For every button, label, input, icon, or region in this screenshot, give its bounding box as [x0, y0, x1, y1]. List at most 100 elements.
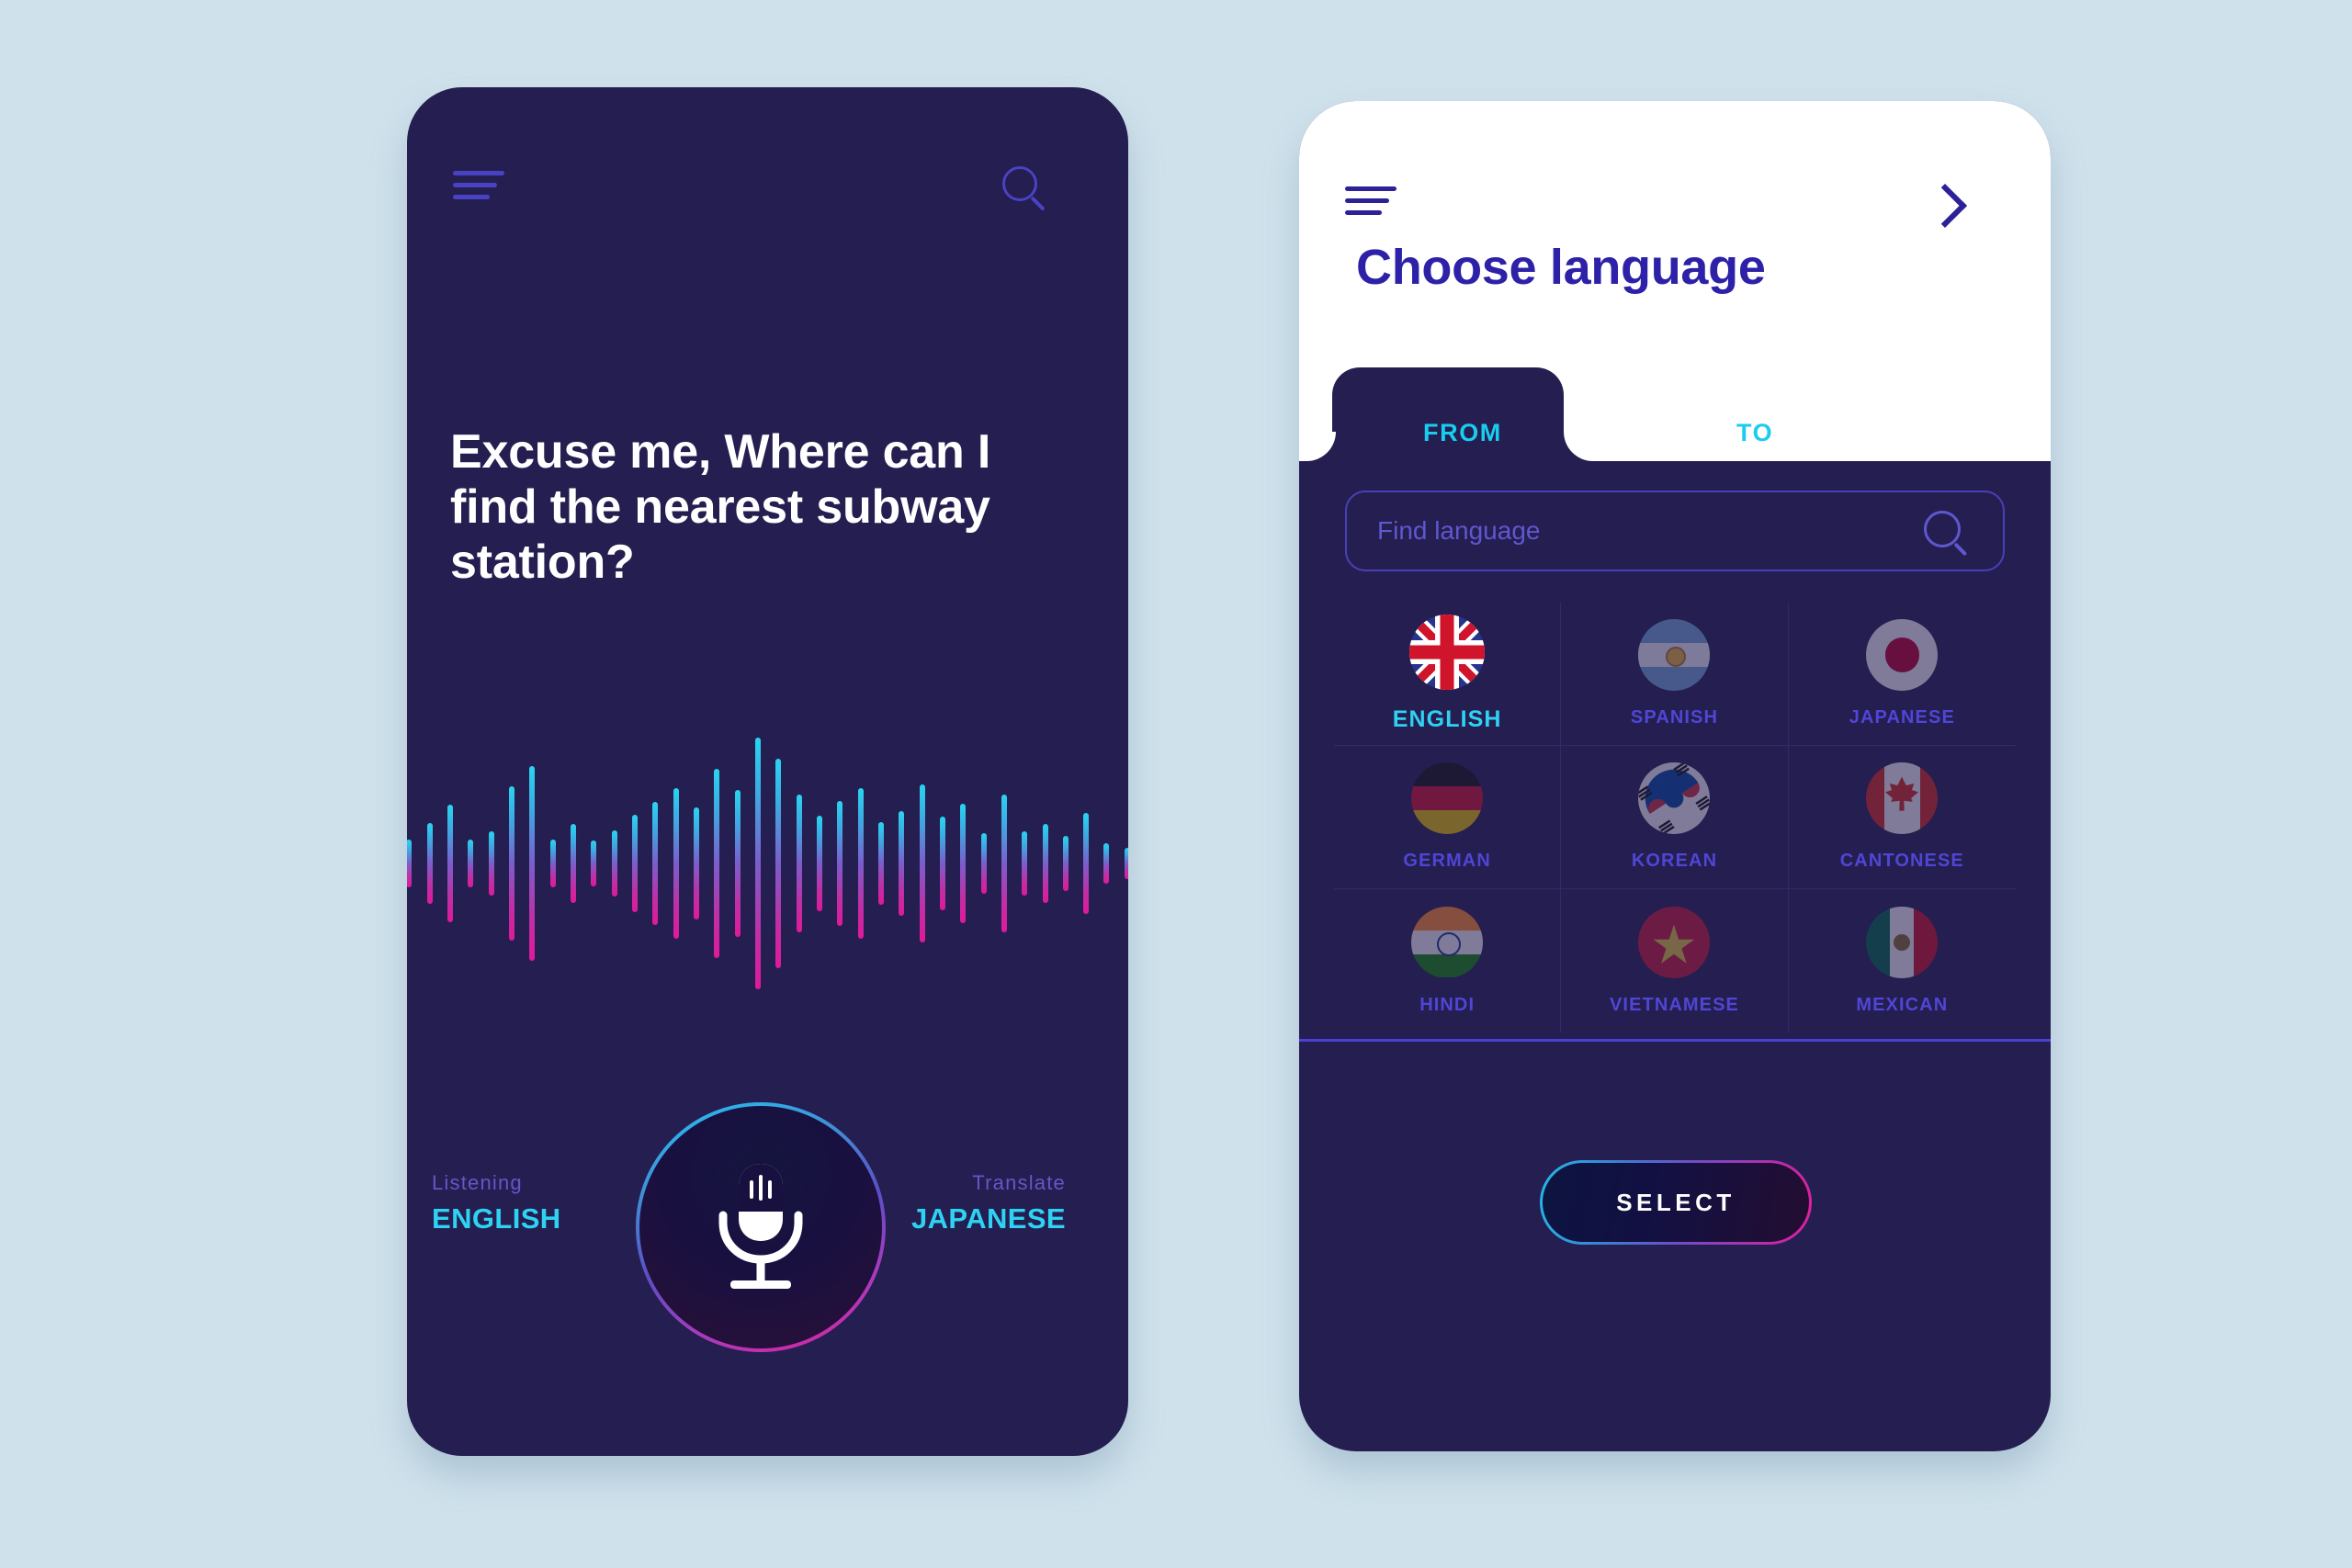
microphone-record-button[interactable] — [636, 1102, 886, 1352]
hamburger-icon[interactable] — [453, 168, 504, 205]
waveform-bar — [775, 759, 782, 968]
vietnam-flag — [1638, 906, 1711, 978]
search-handle — [1953, 542, 1968, 557]
search-icon[interactable] — [1002, 166, 1050, 214]
translate-language-block: Translate JAPANESE — [854, 1171, 1066, 1235]
waveform-bar — [1083, 813, 1090, 914]
search-icon[interactable] — [1924, 511, 1972, 558]
language-label: SPANISH — [1630, 707, 1719, 728]
waveform-bar — [816, 816, 822, 911]
argentina-flag — [1638, 619, 1711, 691]
waveform-bar — [1103, 843, 1110, 884]
translate-language: JAPANESE — [910, 1202, 1066, 1235]
waveform-bar — [407, 840, 413, 887]
language-option-vietnamese[interactable]: VIETNAMESE — [1561, 889, 1789, 1032]
tab-to[interactable]: TO — [1736, 419, 1773, 447]
search-handle — [1030, 196, 1046, 211]
hamburger-line — [453, 171, 504, 175]
choose-language-screen: Choose language FROM TO Find language EN… — [1299, 101, 2051, 1451]
waveform-bar — [488, 831, 494, 896]
waveform-bar — [426, 823, 433, 904]
waveform-bar — [919, 784, 925, 942]
waveform-bar — [549, 840, 556, 887]
listening-language: ENGLISH — [432, 1202, 561, 1235]
hamburger-icon[interactable] — [1345, 184, 1396, 220]
waveform-bar — [899, 811, 905, 916]
hamburger-line — [453, 183, 497, 187]
waveform-bar — [447, 805, 453, 922]
hamburger-line — [1345, 186, 1396, 191]
language-label: KOREAN — [1631, 851, 1718, 871]
waveform-bar — [714, 769, 720, 958]
transcript-text: Excuse me, Where can I find the nearest … — [450, 425, 991, 589]
hamburger-line — [1345, 210, 1382, 215]
germany-flag — [1411, 762, 1484, 834]
language-option-english[interactable]: ENGLISH — [1334, 603, 1562, 746]
waveform-bar — [468, 840, 474, 887]
waveform-bar — [796, 795, 802, 932]
waveform-bar — [734, 790, 741, 937]
waveform-bar — [960, 804, 967, 923]
south-korea-flag — [1638, 762, 1711, 834]
listening-caption: Listening — [432, 1171, 523, 1194]
microphone-button-face — [639, 1106, 882, 1348]
listening-screen: Excuse me, Where can I find the nearest … — [407, 87, 1128, 1456]
waveform-bar — [1001, 795, 1007, 932]
waveform-bar — [508, 786, 514, 941]
waveform-bar — [1022, 831, 1028, 896]
language-label: CANTONESE — [1839, 851, 1964, 871]
waveform-bar — [1062, 836, 1069, 891]
microphone-icon — [718, 1164, 803, 1289]
listening-language-block: Listening ENGLISH — [432, 1171, 561, 1235]
language-label: VIETNAMESE — [1609, 994, 1739, 1015]
tab-from[interactable]: FROM — [1423, 419, 1502, 447]
language-option-hindi[interactable]: HINDI — [1334, 889, 1562, 1032]
waveform-bar — [631, 815, 638, 912]
audio-waveform — [407, 726, 1128, 1001]
language-label: ENGLISH — [1392, 706, 1502, 732]
waveform-bar — [570, 824, 576, 903]
language-grid: ENGLISH SPANISH JAPANESE GERMAN KOREAN C… — [1334, 603, 2016, 1032]
select-button[interactable]: SELECT — [1540, 1160, 1812, 1245]
language-label: JAPANESE — [1849, 707, 1955, 728]
language-label: MEXICAN — [1856, 994, 1949, 1015]
hamburger-line — [453, 195, 490, 199]
waveform-bar — [980, 833, 987, 894]
hamburger-line — [1345, 198, 1389, 203]
waveform-bar — [877, 822, 884, 905]
tab-notch-left — [1299, 432, 1336, 461]
language-option-korean[interactable]: KOREAN — [1561, 746, 1789, 889]
waveform-bar — [837, 801, 843, 926]
language-option-german[interactable]: GERMAN — [1334, 746, 1562, 889]
waveform-bar — [1042, 824, 1048, 903]
waveform-bar — [529, 766, 536, 961]
waveform-bar — [611, 830, 617, 897]
tab-bar: FROM TO — [1299, 367, 2051, 461]
india-flag — [1411, 906, 1484, 978]
waveform-bar — [693, 807, 699, 919]
section-divider — [1299, 1039, 2051, 1042]
united-kingdom-flag — [1409, 615, 1486, 690]
search-input[interactable]: Find language — [1345, 491, 2005, 571]
language-option-cantonese[interactable]: CANTONESE — [1788, 746, 2016, 889]
select-button-label: SELECT — [1543, 1163, 1809, 1242]
translate-caption: Translate — [972, 1171, 1066, 1194]
waveform-bar — [939, 817, 945, 910]
search-input-placeholder: Find language — [1377, 516, 1541, 545]
canada-flag — [1866, 762, 1939, 834]
mexico-flag — [1866, 906, 1939, 978]
waveform-bar — [857, 788, 864, 939]
language-option-japanese[interactable]: JAPANESE — [1788, 603, 2016, 746]
language-option-spanish[interactable]: SPANISH — [1561, 603, 1789, 746]
waveform-bar — [591, 840, 597, 886]
language-option-mexican[interactable]: MEXICAN — [1789, 889, 2016, 1032]
tab-notch-right — [1564, 432, 1602, 461]
app-mockup-canvas: Excuse me, Where can I find the nearest … — [0, 0, 2352, 1568]
page-title: Choose language — [1356, 240, 1766, 295]
language-label: HINDI — [1419, 994, 1476, 1015]
waveform-bar — [652, 802, 659, 925]
waveform-bar — [1124, 848, 1128, 879]
waveform-bar — [673, 788, 679, 939]
japan-flag — [1866, 619, 1939, 691]
waveform-bar — [754, 738, 761, 989]
